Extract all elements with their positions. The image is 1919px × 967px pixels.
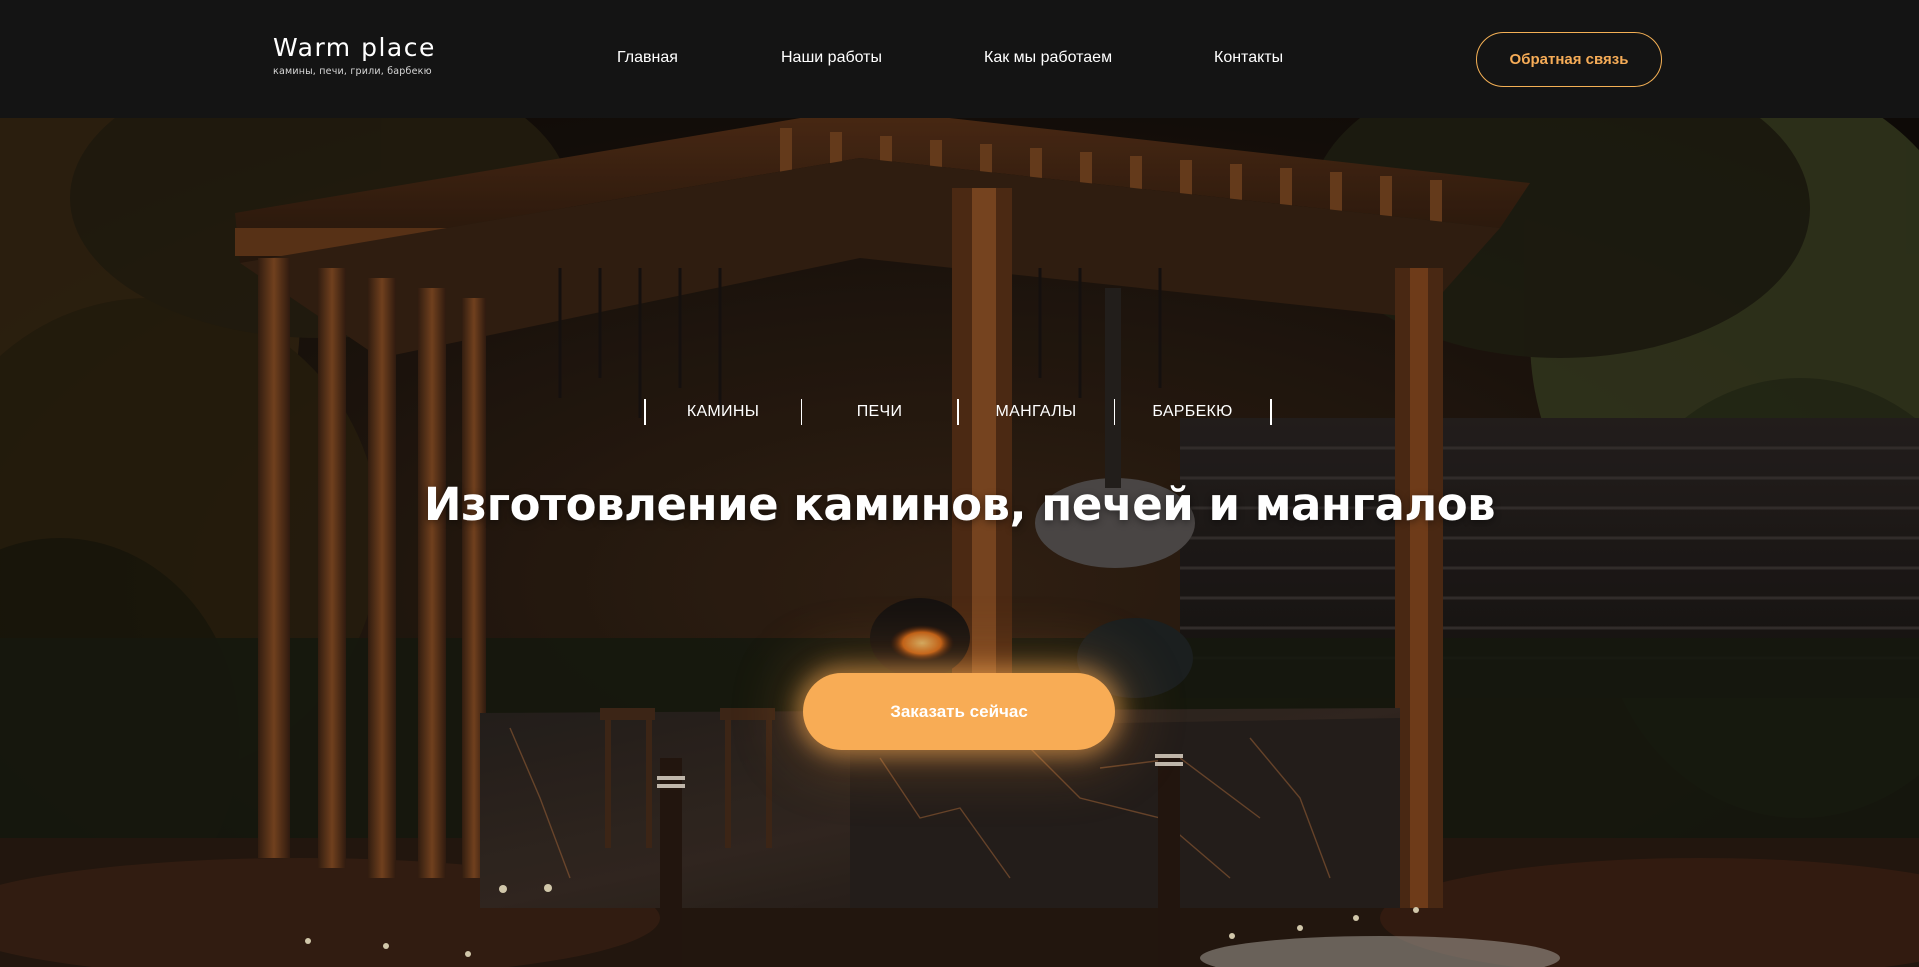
hero-content: КАМИНЫ ПЕЧИ МАНГАЛЫ БАРБЕКЮ Изготовление… — [0, 118, 1919, 967]
nav-item-contacts[interactable]: Контакты — [1214, 48, 1283, 68]
hero-title: Изготовление каминов, печей и мангалов — [423, 478, 1496, 531]
nav-item-works[interactable]: Наши работы — [781, 48, 882, 68]
logo[interactable]: Warm place камины, печи, грили, барбекю — [273, 34, 436, 78]
nav-item-home[interactable]: Главная — [617, 48, 678, 68]
hero-section: КАМИНЫ ПЕЧИ МАНГАЛЫ БАРБЕКЮ Изготовление… — [0, 118, 1919, 967]
logo-subtitle: камины, печи, грили, барбекю — [273, 66, 432, 77]
category-divider — [1270, 399, 1272, 425]
category-barbecue[interactable]: БАРБЕКЮ — [1115, 403, 1270, 421]
category-fireplaces[interactable]: КАМИНЫ — [646, 403, 801, 421]
site-header: Warm place камины, печи, грили, барбекю … — [0, 0, 1919, 118]
logo-title: Warm place — [273, 33, 436, 62]
nav-item-how-we-work[interactable]: Как мы работаем — [984, 48, 1112, 68]
category-stoves[interactable]: ПЕЧИ — [802, 403, 957, 421]
order-now-button[interactable]: Заказать сейчас — [803, 673, 1115, 750]
category-links: КАМИНЫ ПЕЧИ МАНГАЛЫ БАРБЕКЮ — [644, 398, 1272, 426]
feedback-button[interactable]: Обратная связь — [1476, 32, 1662, 87]
category-grills[interactable]: МАНГАЛЫ — [959, 403, 1114, 421]
